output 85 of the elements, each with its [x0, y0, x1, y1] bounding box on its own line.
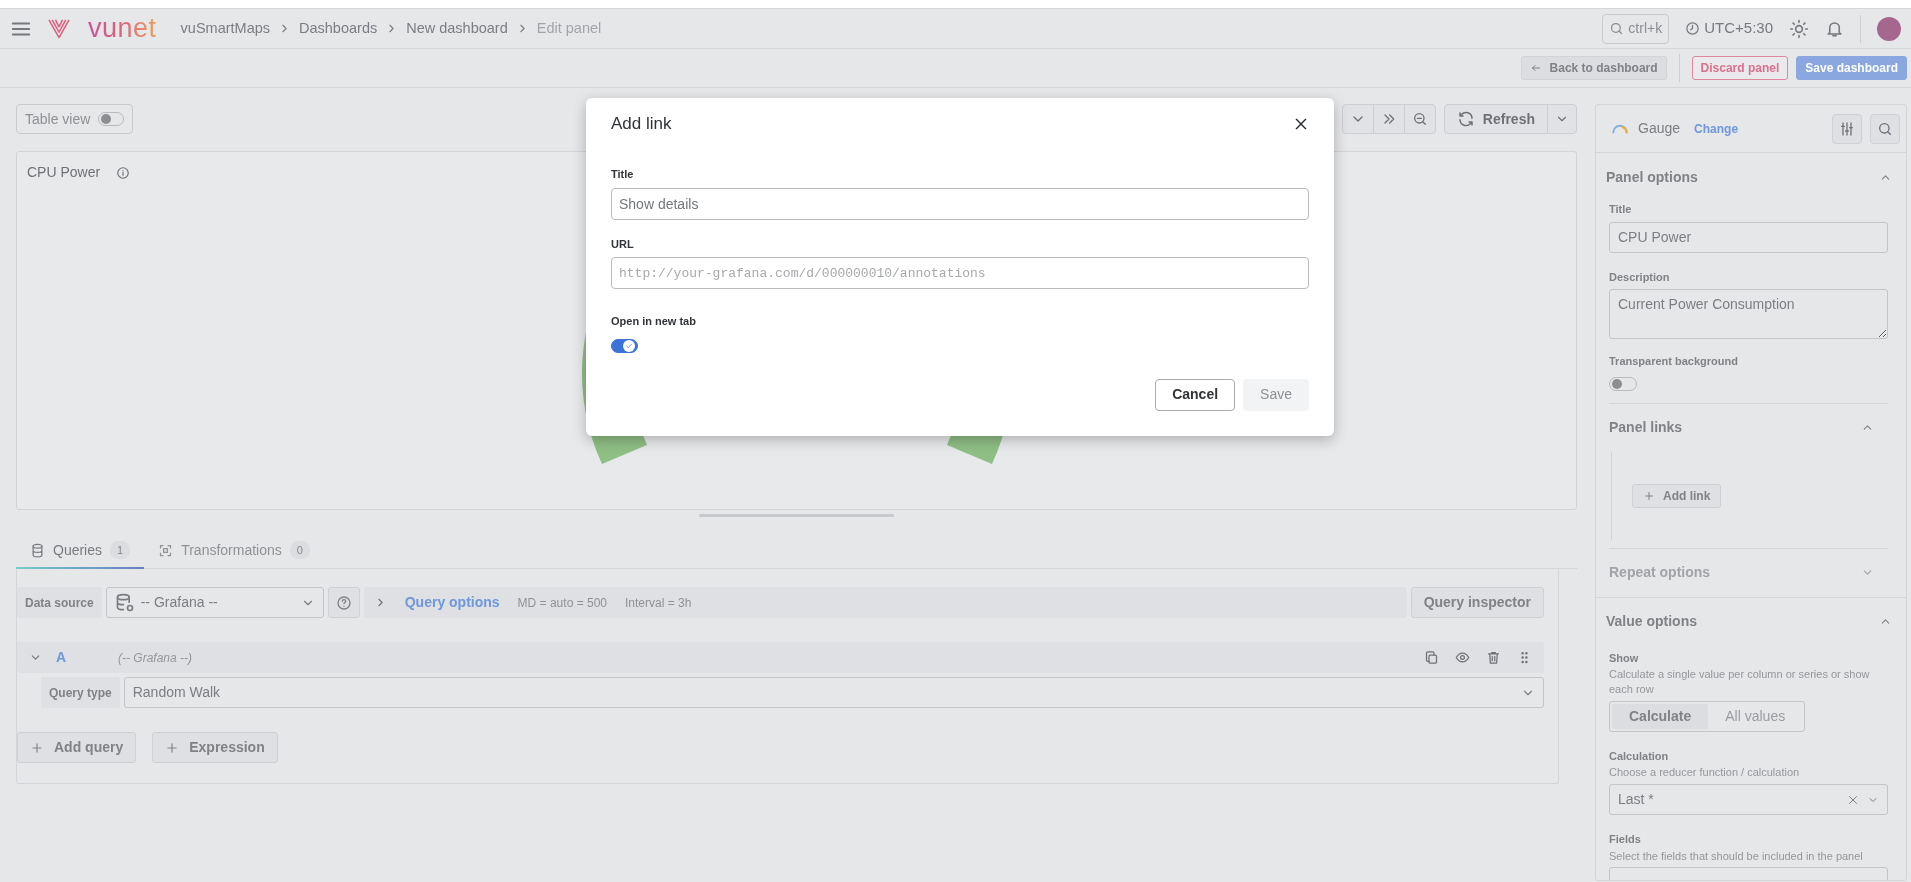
expression-button[interactable]: Expression: [152, 732, 278, 763]
add-link-button[interactable]: Add link: [1632, 483, 1722, 508]
close-button[interactable]: [1293, 116, 1309, 132]
timezone-button[interactable]: UTC+5:30: [1685, 17, 1773, 40]
search-field[interactable]: ctrl+k: [1602, 13, 1670, 44]
clock-icon: [1685, 21, 1701, 36]
segment-option[interactable]: Calculate: [1612, 703, 1709, 729]
visualization-name: Gauge: [1638, 119, 1681, 138]
refresh-icon: [1456, 110, 1475, 128]
breadcrumb[interactable]: vuSmartMaps: [180, 17, 270, 40]
title-field[interactable]: CPU Power: [1609, 221, 1888, 253]
breadcrumb: Edit panel: [536, 18, 602, 38]
section-header[interactable]: Panel options: [1596, 153, 1906, 201]
query-inspector-button[interactable]: Query inspector: [1410, 587, 1544, 618]
cancel-button[interactable]: Cancel: [1155, 378, 1236, 411]
transform-icon: [158, 542, 174, 558]
description-field[interactable]: Current Power Consumption: [1609, 289, 1888, 339]
tab[interactable]: Queries 1: [16, 533, 145, 569]
field-description: Select the fields that should be included in the panel: [1609, 848, 1864, 864]
segment-option[interactable]: All values: [1708, 703, 1803, 729]
field-label: Calculation: [1609, 748, 1670, 764]
add-query-button[interactable]: Add query: [17, 732, 137, 763]
query-option-summary: Interval = 3h: [625, 594, 692, 612]
field-label: Show: [1609, 650, 1640, 666]
datasource-name: (-- Grafana --): [118, 649, 192, 667]
search-icon: [1609, 21, 1625, 36]
field-description: Calculate a single value per column or series or show each row: [1609, 667, 1871, 697]
dialog-title: Add link: [611, 113, 672, 136]
options-button[interactable]: [1832, 113, 1862, 144]
bell-icon: [1825, 19, 1844, 38]
query-option-summary: MD = auto = 500: [517, 594, 607, 612]
plus-icon: [165, 740, 180, 755]
field-label: URL: [611, 236, 635, 252]
table-view-toggle[interactable]: Table view: [16, 104, 134, 134]
database-icon: [30, 542, 45, 558]
eye-icon[interactable]: [1455, 650, 1470, 665]
back-button[interactable]: Back to dashboard: [1520, 56, 1667, 80]
refresh-button[interactable]: Refresh: [1444, 105, 1548, 133]
arrow-left-icon: [1529, 62, 1542, 74]
sun-icon: [1789, 18, 1809, 39]
breadcrumb[interactable]: Dashboards: [299, 17, 378, 40]
field-description: Choose a reducer function / calculation: [1609, 765, 1801, 781]
info-icon[interactable]: [116, 165, 131, 180]
field-label: Title: [1609, 202, 1633, 217]
panel-title: CPU Power: [27, 163, 101, 182]
discard-button[interactable]: Discard panel: [1691, 56, 1789, 80]
field-label: Title: [611, 167, 635, 182]
avatar[interactable]: [1877, 16, 1901, 41]
database-gear-icon: [114, 592, 135, 613]
url-field[interactable]: http://your-grafana.com/d/000000010/annotations: [611, 257, 1309, 289]
query-type-select[interactable]: Random Walk: [123, 677, 1544, 708]
query-options-toggle[interactable]: Query options: [404, 592, 500, 613]
delete-icon[interactable]: [1486, 650, 1501, 665]
search-icon: [1877, 120, 1893, 137]
theme-button[interactable]: [1789, 18, 1809, 39]
check-icon: [625, 341, 633, 350]
toggle-switch[interactable]: [611, 338, 638, 353]
close-icon: [1293, 116, 1309, 132]
field-label: Open in new tab: [611, 314, 697, 329]
search-button[interactable]: [1870, 113, 1900, 144]
datasource-select[interactable]: -- Grafana --: [105, 587, 324, 618]
change-link[interactable]: Change: [1694, 119, 1739, 138]
save-button[interactable]: Save dashboard: [1796, 56, 1907, 80]
field-label: Fields: [1609, 832, 1642, 848]
query-ref: A: [56, 648, 68, 667]
section-header[interactable]: Repeat options: [1609, 548, 1888, 597]
field-label: Data source: [17, 587, 102, 618]
zoom-out-icon: [1411, 111, 1428, 127]
field-label: Query type: [41, 677, 120, 708]
section-header[interactable]: Panel links: [1609, 403, 1888, 452]
help-icon: [335, 594, 352, 611]
duplicate-icon[interactable]: [1424, 650, 1439, 665]
plus-icon: [1643, 489, 1655, 502]
notifications-button[interactable]: [1825, 19, 1844, 38]
field-label: Transparent background: [1609, 354, 1739, 369]
field-label: Description: [1609, 269, 1671, 285]
section-header[interactable]: Value options: [1596, 597, 1906, 646]
calculation-select[interactable]: Last *: [1609, 784, 1888, 816]
help-button[interactable]: [327, 587, 360, 618]
plus-icon: [30, 740, 44, 755]
breadcrumb[interactable]: New dashboard: [406, 17, 508, 40]
sliders-icon: [1839, 120, 1855, 137]
clear-icon: [1847, 793, 1859, 806]
title-field[interactable]: Show details: [611, 187, 1309, 220]
tab[interactable]: Transformations 0: [144, 533, 324, 569]
